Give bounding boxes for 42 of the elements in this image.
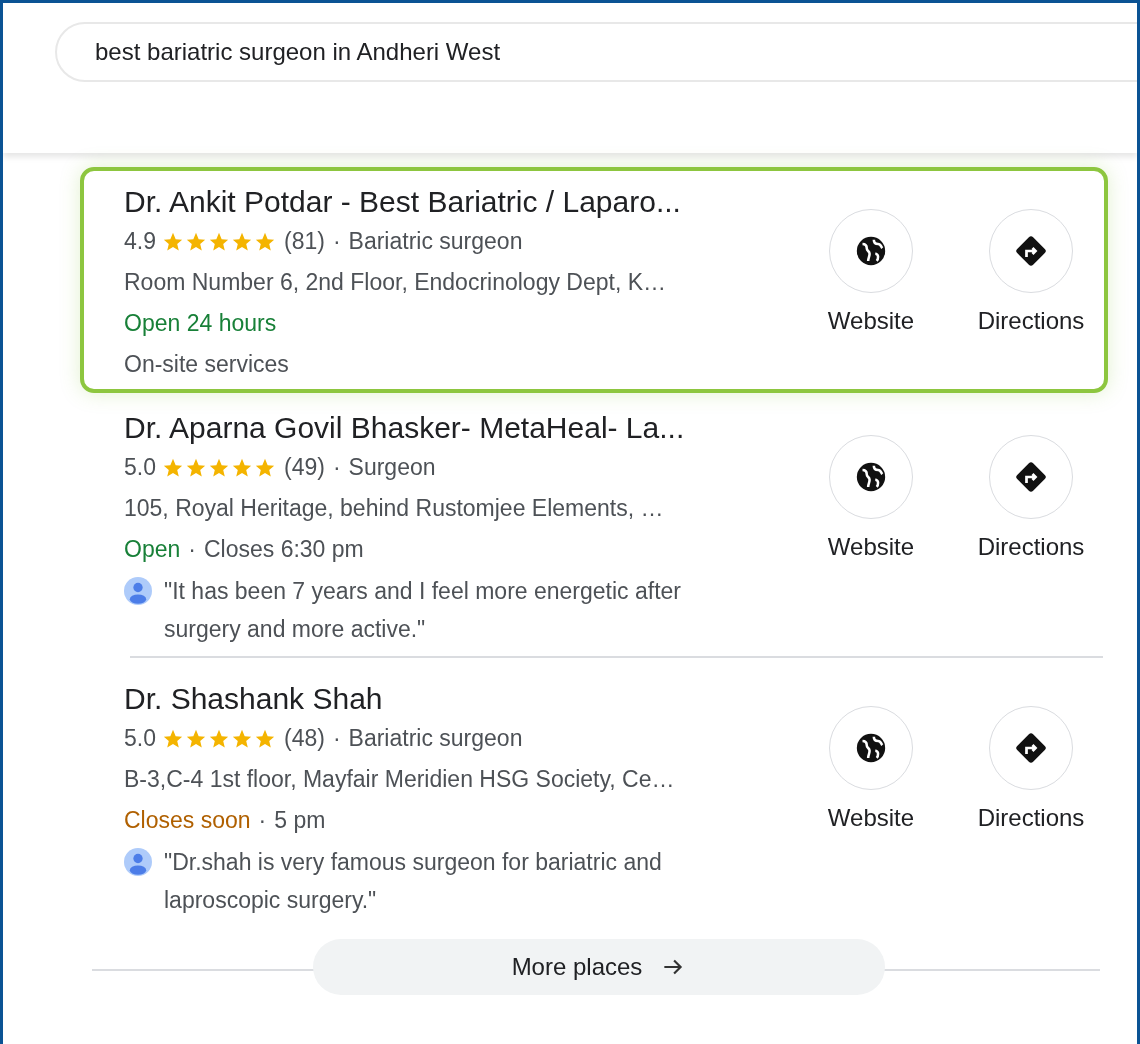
globe-icon [854, 460, 888, 494]
action-label[interactable]: Directions [977, 307, 1085, 335]
action-label[interactable]: Website [827, 533, 915, 561]
review-snippet: "Dr.shah is very famous surgeon for bariatric and laproscopic surgery." [164, 848, 663, 915]
action-label[interactable]: Directions [977, 804, 1085, 832]
separator-dot: · [332, 454, 341, 481]
category: Surgeon [348, 454, 436, 481]
action-label[interactable]: Website [827, 307, 915, 335]
hours: 5 pm [274, 807, 326, 834]
category: Bariatric surgeon [348, 725, 523, 752]
separator-dot: · [188, 536, 196, 563]
category: Bariatric surgeon [348, 228, 523, 255]
action-label[interactable]: Directions [977, 533, 1085, 561]
more-places-button[interactable]: More places [313, 939, 885, 995]
avatar-icon [124, 577, 152, 605]
address: B-3,C-4 1st floor, Mayfair Meridien HSG Society, Ce… [124, 765, 676, 794]
search-field[interactable]: best bariatric surgeon in Andheri West [55, 22, 1137, 82]
rating: 4.9 [124, 228, 156, 255]
review-count: (48) [284, 725, 325, 752]
address: Room Number 6, 2nd Floor, Endocrinology Dept, K… [124, 268, 668, 297]
highlighted-listing[interactable]: Dr. Ankit Potdar - Best Bariatric / Laparo... 4.9 (81) · Bariatric surgeon Room Number 6, 2nd Floor, Endocrinology Dept, K… Open 24 hours On-site services Website Directions [80, 167, 1108, 393]
address: 105, Royal Heritage, behind Rustomjee Elements, … [124, 494, 665, 523]
hours: Closes 6:30 pm [203, 536, 364, 563]
review-snippet: "It has been 7 years and I feel more energetic after surgery and more active." [164, 577, 683, 644]
review-count: (81) [284, 228, 325, 255]
review-count: (49) [284, 454, 325, 481]
place-name[interactable]: Dr. Aparna Govil Bhasker- MetaHeal- La... [124, 411, 806, 445]
separator-dot: · [332, 725, 341, 752]
globe-icon [854, 731, 888, 765]
separator-dot: · [332, 228, 341, 255]
rating: 5.0 [124, 725, 156, 752]
action-label[interactable]: Website [827, 804, 915, 832]
place-name[interactable]: Dr. Shashank Shah [124, 682, 806, 716]
service-note: On-site services [124, 350, 290, 379]
open-status: Open 24 hours [124, 310, 277, 337]
avatar-icon [124, 848, 152, 876]
rating: 5.0 [124, 454, 156, 481]
globe-icon [854, 234, 888, 268]
open-status: Closes soon [124, 807, 251, 834]
open-status: Open [124, 536, 181, 563]
place-name[interactable]: Dr. Ankit Potdar - Best Bariatric / Laparo... [124, 185, 806, 219]
separator-dot: · [258, 807, 267, 834]
